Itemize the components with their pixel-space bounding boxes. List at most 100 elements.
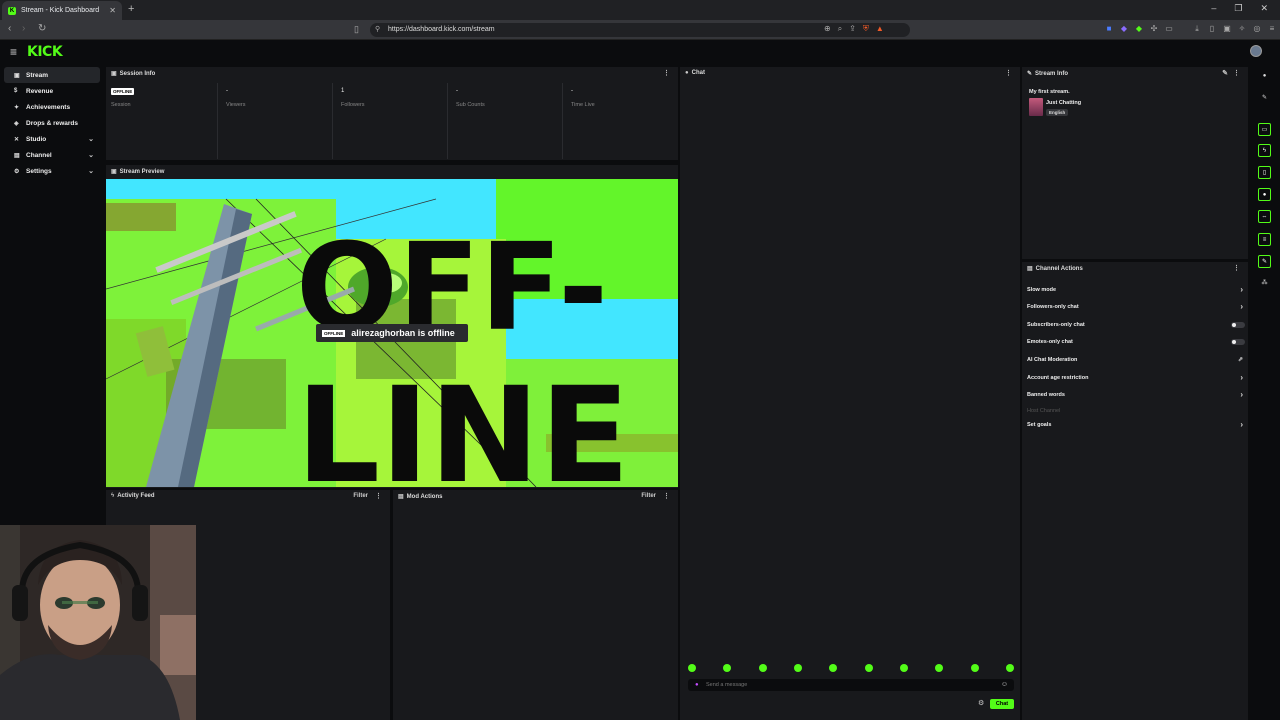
- emote-icon[interactable]: [935, 664, 944, 672]
- stat-value: -: [226, 88, 228, 94]
- sliders-icon: ▤: [1027, 266, 1033, 272]
- kick-logo[interactable]: KICK: [27, 44, 63, 60]
- user-avatar[interactable]: [1250, 45, 1262, 57]
- emote-icon[interactable]: [864, 664, 873, 672]
- zoom-icon[interactable]: ⌕: [838, 24, 842, 34]
- extension-icon[interactable]: ■: [1104, 24, 1114, 34]
- chat-send-button[interactable]: Chat: [990, 699, 1014, 709]
- emote-icon[interactable]: [970, 664, 979, 672]
- chat-panel: ● Chat ⋮: [680, 67, 1020, 720]
- filter-button[interactable]: Filter: [353, 493, 368, 499]
- translate-icon[interactable]: ⊕: [824, 24, 831, 34]
- banned-words-row[interactable]: Banned words ›: [1027, 388, 1247, 402]
- sidebar-item-channel[interactable]: ▤ Channel ⌄: [4, 147, 100, 163]
- minimize-button[interactable]: –: [1211, 3, 1216, 14]
- session-icon: ▣: [111, 71, 117, 77]
- new-tab-button[interactable]: +: [128, 3, 134, 15]
- session-info-panel: ▣ Session Info ⋮ OFFLINE Session - Viewer…: [106, 67, 678, 160]
- menu-icon[interactable]: ≡: [1267, 24, 1277, 34]
- dollar-icon: $: [14, 88, 18, 94]
- emoji-icon[interactable]: ☺: [1001, 679, 1008, 691]
- stream-category[interactable]: Just Chatting: [1046, 100, 1081, 106]
- channel-icon: ▤: [14, 152, 20, 159]
- more-options-icon[interactable]: ⋮: [1005, 69, 1012, 77]
- chat-message-input[interactable]: ● Send a message ☺: [688, 679, 1014, 691]
- leo-icon[interactable]: ✧: [1237, 24, 1247, 34]
- hamburger-menu-icon[interactable]: ≡: [10, 45, 17, 59]
- panel-icon[interactable]: ▯: [1207, 24, 1217, 34]
- forward-icon[interactable]: ›: [22, 23, 25, 34]
- more-options-icon[interactable]: ⋮: [663, 492, 670, 500]
- close-tab-icon[interactable]: ✕: [109, 6, 116, 15]
- more-options-icon[interactable]: ⋮: [663, 69, 670, 77]
- wrench-widget-icon[interactable]: ✎: [1258, 255, 1271, 268]
- sidebar-item-achievements[interactable]: ✦ Achievements: [4, 99, 100, 115]
- account-age-row[interactable]: Account age restriction ›: [1027, 371, 1247, 385]
- close-window-button[interactable]: ✕: [1260, 3, 1268, 14]
- extension-icon[interactable]: ◆: [1134, 24, 1144, 34]
- emote-quick-bar: [688, 664, 1014, 676]
- extension-icon[interactable]: ◆: [1119, 24, 1129, 34]
- sidebar-item-studio[interactable]: ✕ Studio ⌄: [4, 131, 100, 147]
- vpn-icon[interactable]: ◎: [1252, 24, 1262, 34]
- emotes-only-toggle[interactable]: [1231, 339, 1245, 345]
- arrows-widget-icon[interactable]: ⇔: [1258, 210, 1271, 223]
- info-icon[interactable]: ●: [1258, 70, 1271, 83]
- sidebar-item-drops[interactable]: ◈ Drops & rewards: [4, 115, 100, 131]
- brave-rewards-icon[interactable]: ▲: [876, 24, 884, 34]
- emote-icon[interactable]: [758, 664, 767, 672]
- emote-icon[interactable]: [793, 664, 802, 672]
- slow-mode-row[interactable]: Slow mode ›: [1027, 283, 1247, 297]
- site-info-icon[interactable]: ⚲: [375, 23, 380, 37]
- emote-icon[interactable]: [829, 664, 838, 672]
- emote-icon[interactable]: [899, 664, 908, 672]
- back-icon[interactable]: ‹: [8, 23, 11, 34]
- panel-title: Stream Preview: [119, 169, 165, 175]
- bookmark-icon[interactable]: ▯: [354, 24, 359, 35]
- subscribers-only-toggle[interactable]: [1231, 322, 1245, 328]
- ai-moderation-row[interactable]: AI Chat Moderation ⇗: [1027, 353, 1247, 367]
- emote-icon[interactable]: [723, 664, 732, 672]
- more-options-icon[interactable]: ⋮: [375, 492, 382, 500]
- microphone-icon[interactable]: ●: [695, 679, 699, 691]
- more-options-icon[interactable]: ⋮: [1233, 69, 1240, 77]
- sidebar-item-settings[interactable]: ⚙ Settings ⌄: [4, 163, 100, 179]
- sidebar-item-stream[interactable]: ▣ Stream: [4, 67, 100, 83]
- browser-tab[interactable]: K Stream - Kick Dashboard ✕: [2, 1, 122, 20]
- panel-header: ● Chat ⋮: [680, 67, 1020, 80]
- gear-icon: ⚙: [14, 168, 20, 175]
- wallet-icon[interactable]: ▣: [1222, 24, 1232, 34]
- group-icon[interactable]: ⁂: [1258, 277, 1271, 290]
- edit-icon[interactable]: ✎: [1222, 69, 1228, 77]
- panel-header: ✎ Stream Info ✎ ⋮: [1022, 67, 1248, 80]
- sidebar-item-revenue[interactable]: $ Revenue: [4, 83, 100, 99]
- more-options-icon[interactable]: ⋮: [1233, 264, 1240, 272]
- brave-shield-icon[interactable]: ⛨: [863, 24, 869, 34]
- maximize-button[interactable]: ❐: [1234, 3, 1242, 14]
- filter-button[interactable]: Filter: [641, 493, 656, 499]
- document-widget-icon[interactable]: ▯: [1258, 166, 1271, 179]
- stat-value: OFFLINE: [111, 88, 135, 95]
- panel-title: Mod Actions: [406, 494, 443, 500]
- emote-icon[interactable]: [1005, 664, 1014, 672]
- sidebar-toggle-icon[interactable]: ▭: [1164, 24, 1174, 34]
- app-header: ≡ KICK: [0, 41, 1280, 65]
- panel-header: ▤ Channel Actions ⋮: [1022, 262, 1248, 275]
- stat-viewers: - Viewers: [221, 83, 333, 159]
- action-label: Emotes-only chat: [1027, 339, 1073, 345]
- share-icon[interactable]: ⇪: [849, 24, 856, 34]
- set-goals-row[interactable]: Set goals ›: [1027, 418, 1247, 432]
- reload-icon[interactable]: ↻: [38, 23, 46, 34]
- chat-settings-icon[interactable]: ⚙: [978, 699, 984, 707]
- pencil-icon[interactable]: ✎: [1258, 92, 1271, 105]
- stat-label: Followers: [341, 102, 365, 108]
- followers-only-row[interactable]: Followers-only chat ›: [1027, 300, 1247, 314]
- layout-widget-icon[interactable]: ▭: [1258, 123, 1271, 136]
- emote-icon[interactable]: [688, 664, 696, 672]
- chat-widget-icon[interactable]: ●: [1258, 188, 1271, 201]
- bolt-widget-icon[interactable]: ϟ: [1258, 144, 1271, 157]
- list-widget-icon[interactable]: ≡: [1258, 233, 1271, 246]
- download-icon[interactable]: ⤓: [1192, 24, 1202, 34]
- puzzle-icon[interactable]: ✣: [1149, 24, 1159, 34]
- panel-title: Activity Feed: [117, 493, 155, 499]
